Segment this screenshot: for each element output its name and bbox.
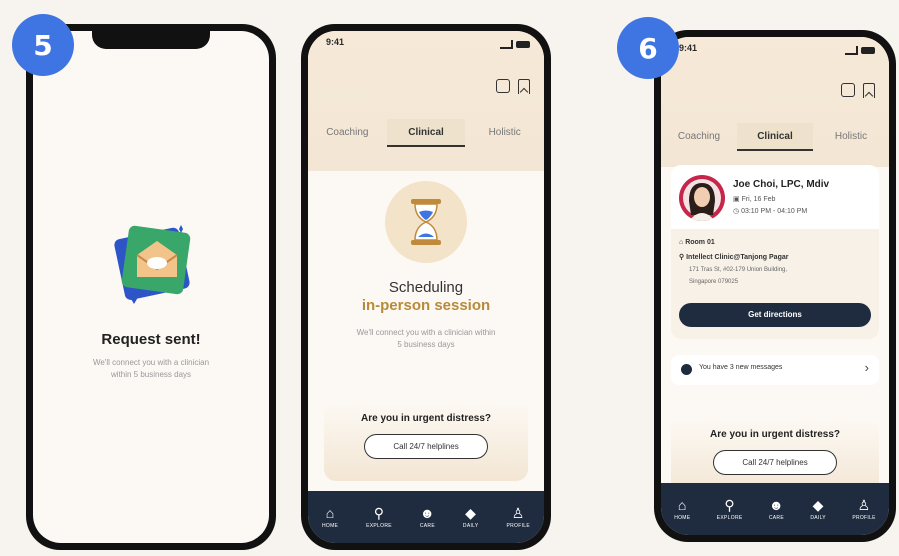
status-time: 9:41 bbox=[679, 43, 698, 53]
nav-daily-label: DAILY bbox=[462, 522, 479, 529]
search-icon: ⚲ bbox=[724, 496, 735, 513]
appointment-date-row: ▣ Fri, 16 Feb bbox=[733, 195, 775, 203]
nav-home[interactable]: ⌂ HOME bbox=[322, 506, 338, 529]
nav-care[interactable]: ☻ CARE bbox=[420, 506, 435, 529]
request-title: Request sent! bbox=[101, 331, 201, 348]
nav-profile-label: PROFILE bbox=[506, 522, 530, 529]
nav-daily[interactable]: ◆ DAILY bbox=[810, 498, 826, 521]
request-subtitle: We'll connect you with a clinician withi… bbox=[92, 358, 210, 379]
scheduling-title-line1: Scheduling bbox=[388, 279, 464, 296]
care-tabs: Coaching Clinical Holistic bbox=[308, 119, 544, 147]
tab-holistic[interactable]: Holistic bbox=[465, 119, 544, 147]
nav-home-label: HOME bbox=[674, 514, 691, 521]
search-icon: ⚲ bbox=[373, 504, 385, 521]
clinic-address-line2: Singapore 079025 bbox=[689, 279, 739, 285]
scheduling-title-line2: in-person session bbox=[361, 297, 491, 314]
clock-icon: ◷ bbox=[733, 208, 740, 215]
signal-icon bbox=[500, 39, 513, 49]
appointment-date: Fri, 16 Feb bbox=[741, 196, 776, 203]
nav-home-label: HOME bbox=[321, 522, 339, 529]
phone-screen: Request sent! We'll connect you with a c… bbox=[33, 31, 269, 543]
room-icon: ⌂ bbox=[679, 239, 684, 246]
nav-profile[interactable]: ♙ PROFILE bbox=[852, 498, 876, 521]
nav-explore-label: EXPLORE bbox=[366, 522, 392, 529]
get-directions-button[interactable]: Get directions bbox=[679, 303, 871, 327]
signal-icon bbox=[845, 45, 858, 55]
tab-clinical[interactable]: Clinical bbox=[737, 123, 813, 151]
phone-screen: 9:41 Coaching Clinical Holistic Scheduli… bbox=[308, 31, 544, 543]
step-badge-6: 6 bbox=[617, 17, 679, 79]
header-background bbox=[308, 31, 544, 171]
step-badge-5: 5 bbox=[12, 14, 74, 76]
urgent-distress-title: Are you in urgent distress? bbox=[360, 413, 492, 424]
nav-care-label: CARE bbox=[419, 522, 435, 529]
battery-icon bbox=[516, 40, 530, 48]
phone-request-sent: Request sent! We'll connect you with a c… bbox=[26, 24, 276, 550]
home-icon: ⌂ bbox=[677, 496, 687, 513]
home-icon: ⌂ bbox=[325, 504, 335, 521]
nav-daily-label: DAILY bbox=[810, 514, 826, 521]
call-helplines-button[interactable]: Call 24/7 helplines bbox=[364, 434, 488, 459]
room-row: ⌂ Room 01 bbox=[679, 239, 715, 246]
phone-screen: 9:41 Coaching Clinical Holistic Joe Choi… bbox=[661, 37, 889, 535]
status-time: 9:41 bbox=[326, 37, 345, 47]
chat-icon bbox=[681, 364, 692, 375]
bookmark-icon[interactable] bbox=[863, 83, 875, 98]
bookmark-icon[interactable] bbox=[518, 79, 530, 94]
battery-icon bbox=[861, 46, 875, 54]
tab-coaching[interactable]: Coaching bbox=[308, 119, 387, 147]
profile-icon: ♙ bbox=[511, 504, 525, 521]
status-bar: 9:41 bbox=[326, 37, 530, 51]
image-icon[interactable] bbox=[841, 83, 855, 97]
bottom-nav: ⌂ HOME ⚲ EXPLORE ☻ CARE ◆ DAILY ♙ PROFILE bbox=[661, 483, 889, 535]
calendar-icon: ▣ bbox=[733, 196, 740, 203]
phone-appointment: 9:41 Coaching Clinical Holistic Joe Choi… bbox=[654, 30, 896, 542]
hourglass-icon bbox=[385, 181, 467, 263]
scheduling-subtitle: We'll connect you with a clinician withi… bbox=[356, 328, 496, 349]
location-section: ⌂ Room 01 ⚲ Intellect Clinic@Tanjong Pag… bbox=[671, 229, 879, 339]
nav-explore-label: EXPLORE bbox=[716, 514, 743, 521]
tab-clinical[interactable]: Clinical bbox=[386, 119, 466, 147]
nav-explore[interactable]: ⚲ EXPLORE bbox=[366, 506, 392, 529]
envelope-illustration bbox=[111, 219, 199, 307]
appointment-time-row: ◷ 03:10 PM - 04:10 PM bbox=[733, 207, 807, 215]
appointment-card: Joe Choi, LPC, Mdiv ▣ Fri, 16 Feb ◷ 03:1… bbox=[671, 165, 879, 339]
diamond-icon: ◆ bbox=[465, 504, 477, 521]
care-tabs: Coaching Clinical Holistic bbox=[661, 123, 889, 151]
appointment-time: 03:10 PM - 04:10 PM bbox=[741, 208, 808, 215]
phone-notch bbox=[92, 31, 210, 49]
tab-holistic[interactable]: Holistic bbox=[813, 123, 889, 151]
urgent-distress-card: Are you in urgent distress? Call 24/7 he… bbox=[324, 401, 528, 481]
nav-care[interactable]: ☻ CARE bbox=[769, 498, 784, 521]
clinician-name: Joe Choi, LPC, Mdiv bbox=[733, 179, 830, 190]
chevron-right-icon: › bbox=[864, 360, 869, 375]
location-pin-icon: ⚲ bbox=[679, 254, 685, 261]
call-helplines-button[interactable]: Call 24/7 helplines bbox=[713, 450, 837, 475]
nav-profile[interactable]: ♙ PROFILE bbox=[506, 506, 530, 529]
care-icon: ☻ bbox=[768, 496, 784, 513]
diamond-icon: ◆ bbox=[812, 496, 824, 513]
phone-scheduling: 9:41 Coaching Clinical Holistic Scheduli… bbox=[301, 24, 551, 550]
bottom-nav: ⌂ HOME ⚲ EXPLORE ☻ CARE ◆ DAILY ♙ PROFILE bbox=[308, 491, 544, 543]
image-icon[interactable] bbox=[496, 79, 510, 93]
care-icon: ☻ bbox=[419, 504, 435, 521]
tab-coaching[interactable]: Coaching bbox=[661, 123, 737, 151]
nav-home[interactable]: ⌂ HOME bbox=[674, 498, 690, 521]
nav-profile-label: PROFILE bbox=[852, 514, 876, 521]
nav-explore[interactable]: ⚲ EXPLORE bbox=[717, 498, 743, 521]
clinic-address-line1: 171 Tras St, #02-179 Union Building, bbox=[689, 267, 788, 273]
clinician-avatar bbox=[679, 175, 725, 221]
status-bar: 9:41 bbox=[679, 43, 875, 57]
nav-daily[interactable]: ◆ DAILY bbox=[463, 506, 479, 529]
urgent-distress-title: Are you in urgent distress? bbox=[709, 429, 841, 440]
clinic-name: Intellect Clinic@Tanjong Pagar bbox=[686, 254, 789, 261]
messages-row[interactable]: You have 3 new messages › bbox=[671, 355, 879, 385]
room-label: Room 01 bbox=[685, 239, 715, 246]
profile-icon: ♙ bbox=[857, 496, 871, 513]
nav-care-label: CARE bbox=[768, 514, 784, 521]
messages-text: You have 3 new messages bbox=[699, 364, 783, 371]
clinic-row: ⚲ Intellect Clinic@Tanjong Pagar bbox=[679, 253, 788, 261]
